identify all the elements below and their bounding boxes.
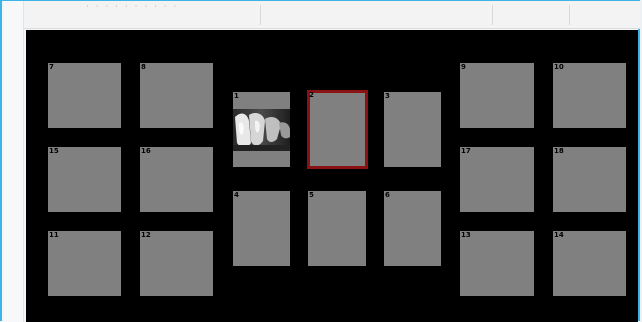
image-slot-13[interactable]: 13 — [460, 231, 534, 296]
slot-number: 17 — [461, 147, 471, 155]
image-slot-2-selected[interactable]: 2 — [307, 90, 368, 169]
slot-number: 16 — [141, 147, 151, 155]
toolbar-separator — [569, 5, 570, 25]
image-slot-17[interactable]: 17 — [460, 147, 534, 212]
slot-number: 5 — [309, 191, 314, 199]
toolbar-separator — [492, 5, 493, 25]
image-slot-8[interactable]: 8 — [140, 63, 213, 128]
slot-number: 14 — [554, 231, 564, 239]
slot-number: 3 — [385, 92, 390, 100]
toolbar-separator — [260, 5, 261, 25]
left-panel — [4, 1, 24, 322]
slot-number: 11 — [49, 231, 59, 239]
image-slot-18[interactable]: 18 — [553, 147, 626, 212]
image-slot-14[interactable]: 14 — [553, 231, 626, 296]
slot-number: 12 — [141, 231, 151, 239]
image-slot-4[interactable]: 4 — [233, 191, 290, 266]
slot-number: 9 — [461, 63, 466, 71]
image-slot-6[interactable]: 6 — [384, 191, 441, 266]
image-slot-16[interactable]: 16 — [140, 147, 213, 212]
slot-number: 6 — [385, 191, 390, 199]
application-window: · · · · · · · · · · 7 8 1 2 3 9 10 15 16… — [0, 0, 640, 322]
image-slot-5[interactable]: 5 — [308, 191, 366, 266]
slot-number: 18 — [554, 147, 564, 155]
slot-number: 10 — [554, 63, 564, 71]
image-slot-1[interactable]: 1 — [233, 92, 290, 167]
image-slot-11[interactable]: 11 — [48, 231, 121, 296]
image-slot-10[interactable]: 10 — [553, 63, 626, 128]
image-slot-3[interactable]: 3 — [384, 92, 441, 167]
slot-number: 8 — [141, 63, 146, 71]
toolbar-faded-text: · · · · · · · · · · — [86, 2, 179, 12]
image-slot-9[interactable]: 9 — [460, 63, 534, 128]
xray-mount-canvas: 7 8 1 2 3 9 10 15 16 4 5 6 17 18 11 12 1… — [26, 30, 638, 322]
toolbar: · · · · · · · · · · — [24, 1, 640, 29]
image-slot-15[interactable]: 15 — [48, 147, 121, 212]
slot-number: 2 — [309, 91, 314, 99]
slot-number: 4 — [234, 191, 239, 199]
slot-number: 7 — [49, 63, 54, 71]
image-slot-12[interactable]: 12 — [140, 231, 213, 296]
slot-number: 13 — [461, 231, 471, 239]
dental-xray-image — [233, 109, 290, 151]
slot-number: 15 — [49, 147, 59, 155]
slot-number: 1 — [234, 92, 239, 100]
image-slot-7[interactable]: 7 — [48, 63, 121, 128]
